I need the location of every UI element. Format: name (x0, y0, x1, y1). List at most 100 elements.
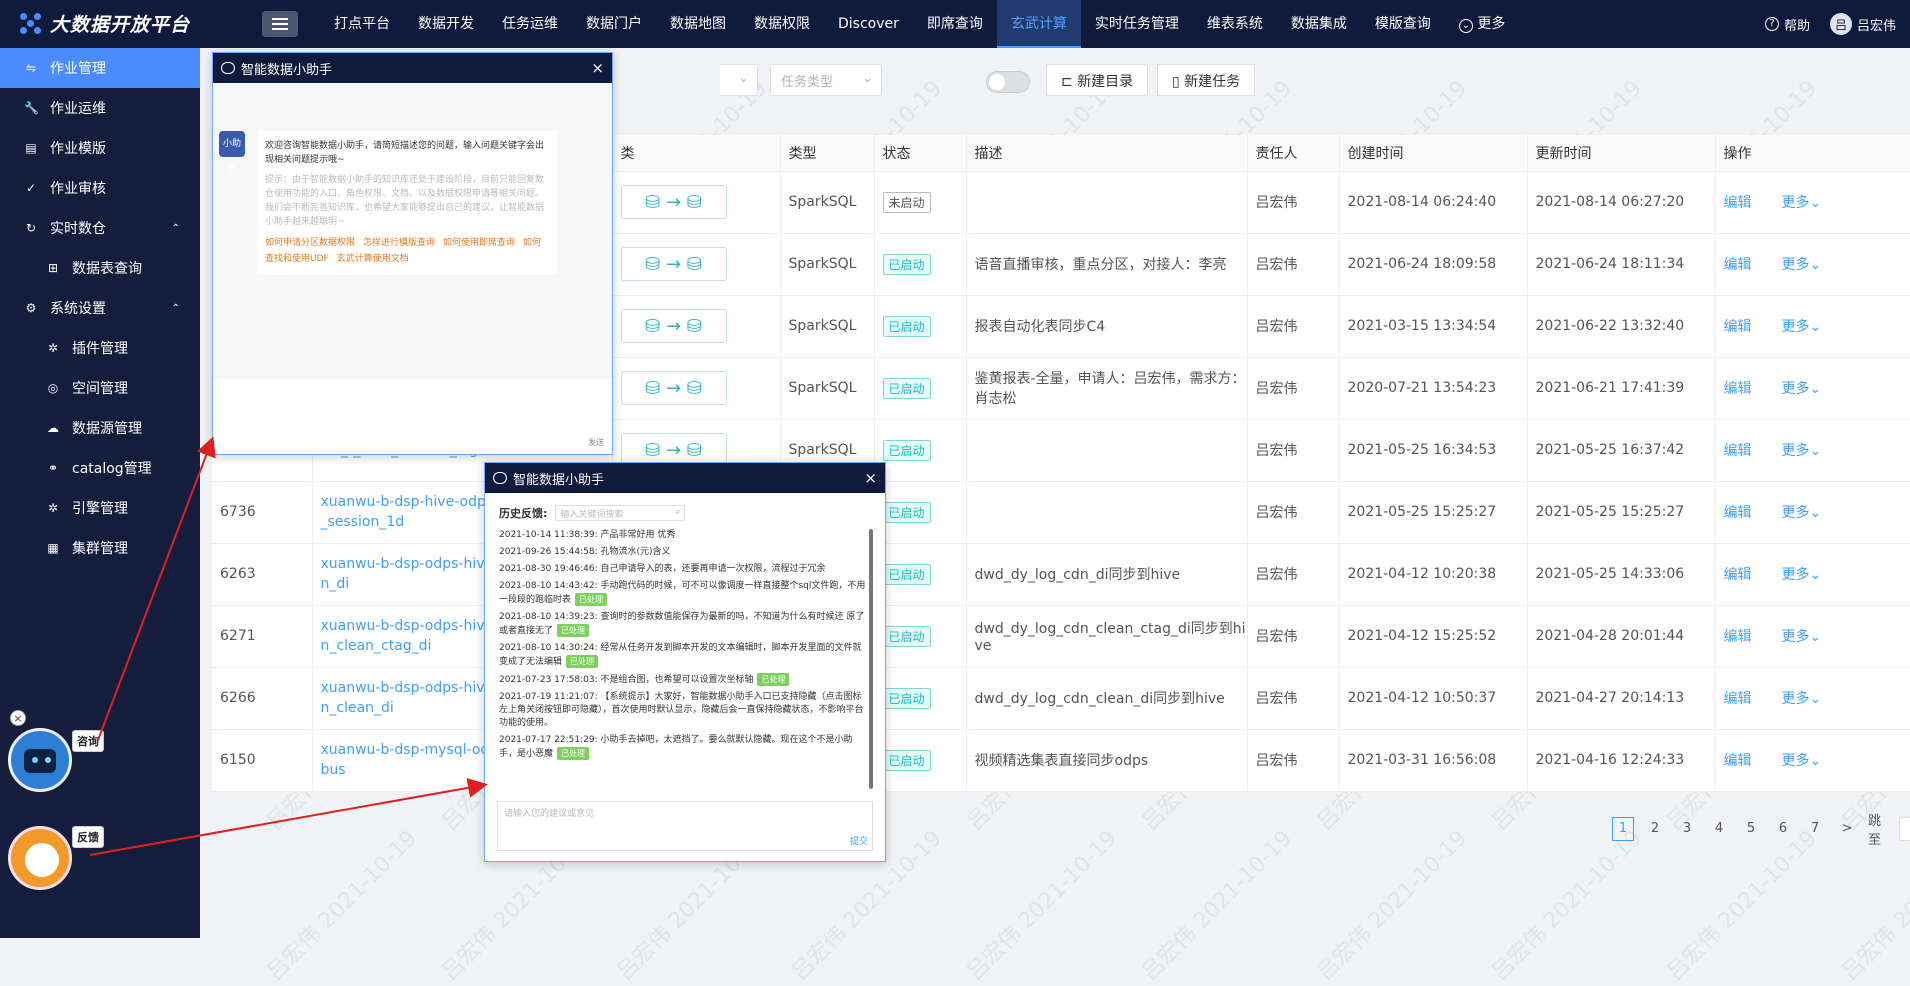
topnav-item-0[interactable]: 打点平台 (320, 0, 404, 48)
goto-page-input[interactable] (1898, 817, 1910, 841)
owner-cell: 吕宏伟 (1247, 605, 1340, 668)
topnav-item-4[interactable]: 数据地图 (656, 0, 740, 48)
edit-link[interactable]: 编辑 (1724, 505, 1752, 521)
actions-cell: 编辑 更多⌄ (1715, 543, 1910, 606)
edit-link[interactable]: 编辑 (1724, 753, 1752, 769)
topnav-item-8[interactable]: 玄武计算 (996, 0, 1081, 48)
close-icon[interactable]: × (864, 469, 877, 487)
send-button[interactable]: 发送 (588, 437, 604, 448)
sidebar-item-4[interactable]: ↻ 实时数仓 ⌃ (0, 208, 200, 248)
sidebar-item-6[interactable]: ⚙ 系统设置 ⌃ (0, 288, 200, 328)
topnav-item-7[interactable]: 即席查询 (913, 0, 997, 48)
help-link[interactable]: ? 帮助 (1764, 15, 1810, 34)
topnav-item-1[interactable]: 数据开发 (404, 0, 488, 48)
flow-cell: ⛁ → ⛁ (612, 233, 781, 296)
topnav-item-6[interactable]: Discover (824, 0, 913, 48)
sidebar-item-1[interactable]: 🔧 作业运维 (0, 88, 200, 128)
sidebar-item-label: 作业审核 (50, 181, 106, 197)
sidebar-item-7[interactable]: ✲ 插件管理 (0, 328, 200, 368)
page-2[interactable]: 2 (1644, 817, 1666, 841)
chat-input[interactable]: 发送 (213, 377, 612, 454)
more-link[interactable]: 更多⌄ (1782, 443, 1822, 459)
more-link[interactable]: 更多⌄ (1782, 629, 1822, 645)
quick-link[interactable]: 如何申请分区数据权限 (265, 238, 355, 248)
new-task-button[interactable]: ▯ 新建任务 (1157, 64, 1256, 96)
sidebar-item-11[interactable]: ✲ 引擎管理 (0, 488, 200, 528)
sidebar-item-2[interactable]: ▤ 作业模版 (0, 128, 200, 168)
more-link[interactable]: 更多⌄ (1782, 691, 1822, 707)
edit-link[interactable]: 编辑 (1724, 195, 1752, 211)
submit-button[interactable]: 提交 (850, 834, 868, 847)
page-1[interactable]: 1 (1612, 817, 1634, 841)
topnav-item-12[interactable]: 模版查询 (1361, 0, 1445, 48)
feedback-input[interactable]: 请输入您的建议或意见 提交 (497, 801, 873, 851)
updated-time-cell: 2021-04-27 20:14:13 (1527, 667, 1716, 730)
more-link[interactable]: 更多⌄ (1782, 505, 1822, 521)
edit-link[interactable]: 编辑 (1724, 319, 1752, 335)
feedback-robot-button[interactable] (8, 826, 72, 890)
filter-select[interactable]: ⌄ (720, 64, 758, 96)
page-3[interactable]: 3 (1676, 817, 1698, 841)
topnav-more[interactable]: ⌄ 更多 (1445, 0, 1519, 48)
updated-time-cell: 2021-05-25 15:25:27 (1527, 481, 1716, 544)
sidebar-item-8[interactable]: ◎ 空间管理 (0, 368, 200, 408)
sidebar-item-0[interactable]: ⇋ 作业管理 (0, 48, 200, 88)
quick-link[interactable]: 怎样进行模版查询 (363, 238, 435, 248)
topnav-item-9[interactable]: 实时任务管理 (1081, 0, 1193, 48)
edit-link[interactable]: 编辑 (1724, 257, 1752, 273)
sidebar-item-3[interactable]: ✓ 作业审核 (0, 168, 200, 208)
topnav-item-10[interactable]: 维表系统 (1193, 0, 1277, 48)
topnav-item-2[interactable]: 任务运维 (488, 0, 572, 48)
more-link[interactable]: 更多⌄ (1782, 319, 1822, 335)
search-icon[interactable]: ⌕ (675, 507, 680, 517)
table-row[interactable]: 6150 xuanwu-b-dsp-mysql-odps-ods_vod_omni… (212, 729, 1910, 792)
edit-link[interactable]: 编辑 (1724, 691, 1752, 707)
sidebar-item-10[interactable]: ⚭ catalog管理 (0, 448, 200, 488)
table-row[interactable]: 6266 xuanwu-b-dsp-odps-hive-dwd_dy_log_cd… (212, 667, 1910, 730)
user-menu[interactable]: 吕吕宏伟 (1829, 13, 1896, 35)
topnav-item-11[interactable]: 数据集成 (1277, 0, 1361, 48)
topnav-item-3[interactable]: 数据门户 (572, 0, 656, 48)
sidebar-item-5[interactable]: ⊞ 数据表查询 (0, 248, 200, 288)
more-link[interactable]: 更多⌄ (1782, 195, 1822, 211)
quick-link[interactable]: 玄武计算使用文档 (337, 254, 409, 264)
edit-link[interactable]: 编辑 (1724, 629, 1752, 645)
sidebar-item-9[interactable]: ☁ 数据源管理 (0, 408, 200, 448)
table-row[interactable]: 6263 xuanwu-b-dsp-odps-hive-dwd_dy_log_cd… (212, 543, 1910, 606)
close-icon[interactable]: × (591, 59, 604, 77)
history-search-input[interactable]: 输入关键词搜索 ⌕ (555, 505, 686, 521)
history-item: 2021-08-10 14:30:24: 经常从任务开发到脚本开发的文本编辑时，… (499, 642, 869, 669)
edit-link[interactable]: 编辑 (1724, 443, 1752, 459)
more-link[interactable]: 更多⌄ (1782, 257, 1822, 273)
quick-link[interactable]: 如何使用即席查询 (443, 238, 515, 248)
actions-cell: 编辑 更多⌄ (1715, 357, 1910, 420)
edit-link[interactable]: 编辑 (1724, 567, 1752, 583)
cloud-icon: ☁ (47, 421, 59, 435)
chevron-up-icon[interactable]: ⌃ (172, 303, 180, 314)
view-toggle[interactable] (986, 71, 1030, 93)
page-6[interactable]: 6 (1772, 817, 1794, 841)
new-directory-button[interactable]: ⊏ 新建目录 (1046, 64, 1149, 96)
close-icon[interactable]: × (10, 710, 26, 726)
chevron-up-icon[interactable]: ⌃ (172, 223, 180, 234)
page-5[interactable]: 5 (1740, 817, 1762, 841)
page-7[interactable]: 7 (1804, 817, 1826, 841)
consult-robot-button[interactable] (8, 728, 72, 792)
table-row[interactable]: 6271 xuanwu-b-dsp-odps-hive-dwd_dy_log_cd… (212, 605, 1910, 668)
more-link[interactable]: 更多⌄ (1782, 753, 1822, 769)
more-link[interactable]: 更多⌄ (1782, 381, 1822, 397)
next-page-button[interactable]: > (1836, 817, 1858, 841)
menu-toggle-button[interactable] (262, 11, 298, 37)
more-link[interactable]: 更多⌄ (1782, 567, 1822, 583)
sidebar-item-12[interactable]: ▦ 集群管理 (0, 528, 200, 568)
edit-link[interactable]: 编辑 (1724, 381, 1752, 397)
table-row[interactable]: 6736 xuanwu-b-dsp-hive-odps-dw_dy_log_mbr… (212, 481, 1910, 544)
page-4[interactable]: 4 (1708, 817, 1730, 841)
app-logo[interactable]: 大数据开放平台 (20, 10, 190, 37)
task-type-select[interactable]: 任务类型 ⌄ (770, 64, 882, 96)
scrollbar[interactable] (869, 529, 873, 789)
assistant-feedback-dialog: 智能数据小助手 × 历史反馈: 输入关键词搜索 ⌕ 2021-10-14 11:3… (484, 462, 886, 862)
status-badge: 已启动 (882, 377, 931, 399)
topnav-item-5[interactable]: 数据权限 (740, 0, 824, 48)
dialog-header: 智能数据小助手 × (213, 53, 612, 83)
